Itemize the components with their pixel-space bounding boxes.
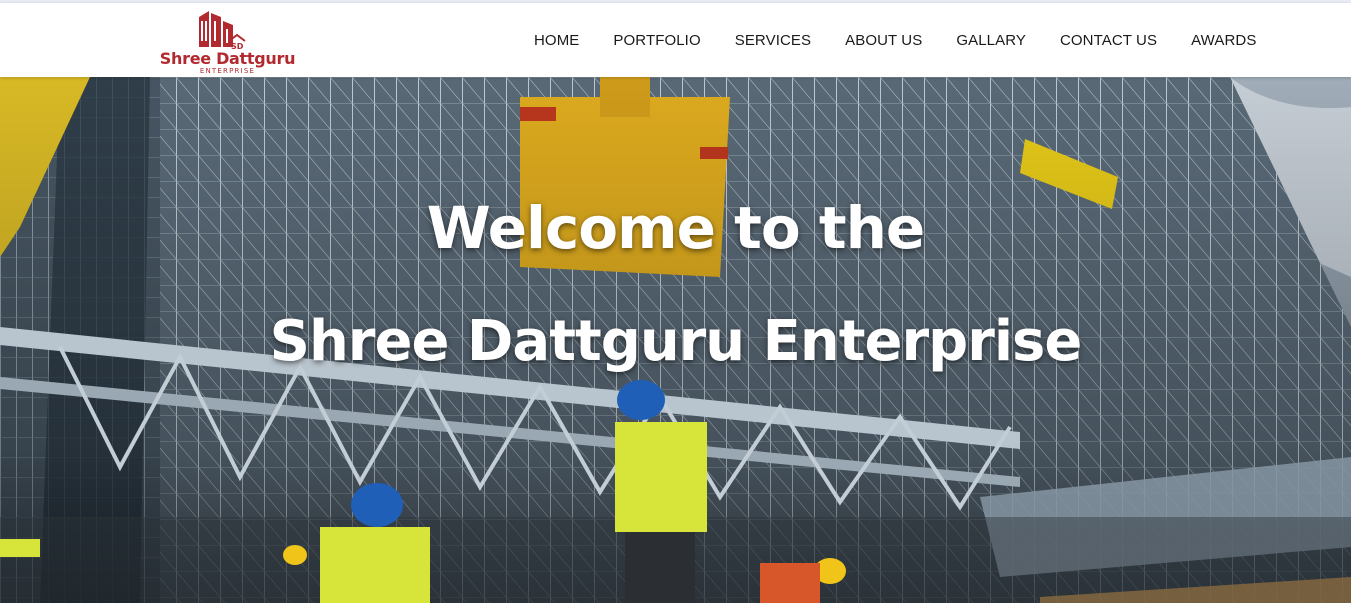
hero-banner: Welcome to the Shree Dattguru Enterprise — [0, 77, 1351, 603]
brand-subtitle: ENTERPRISE — [199, 67, 256, 75]
nav-contact-us[interactable]: CONTACT US — [1043, 32, 1174, 49]
main-nav: HOME PORTFOLIO SERVICES ABOUT US GALLARY… — [517, 3, 1273, 77]
hero-title-line2: Shree Dattguru Enterprise — [269, 309, 1083, 374]
nav-home[interactable]: HOME — [517, 32, 596, 49]
nav-portfolio[interactable]: PORTFOLIO — [596, 32, 717, 49]
building-logo-icon: SD — [199, 11, 246, 49]
nav-gallary[interactable]: GALLARY — [939, 32, 1043, 49]
nav-awards[interactable]: AWARDS — [1174, 32, 1273, 49]
hero-title-line1: Welcome to the — [426, 194, 925, 262]
brand-name: Shree Dattguru — [159, 49, 296, 68]
nav-about-us[interactable]: ABOUT US — [828, 32, 939, 49]
nav-services[interactable]: SERVICES — [718, 32, 828, 49]
logo-initials: SD — [231, 42, 244, 49]
brand-logo[interactable]: SD Shree Dattguru ENTERPRISE — [155, 7, 300, 77]
navbar: SD Shree Dattguru ENTERPRISE HOME PORTFO… — [0, 3, 1351, 77]
